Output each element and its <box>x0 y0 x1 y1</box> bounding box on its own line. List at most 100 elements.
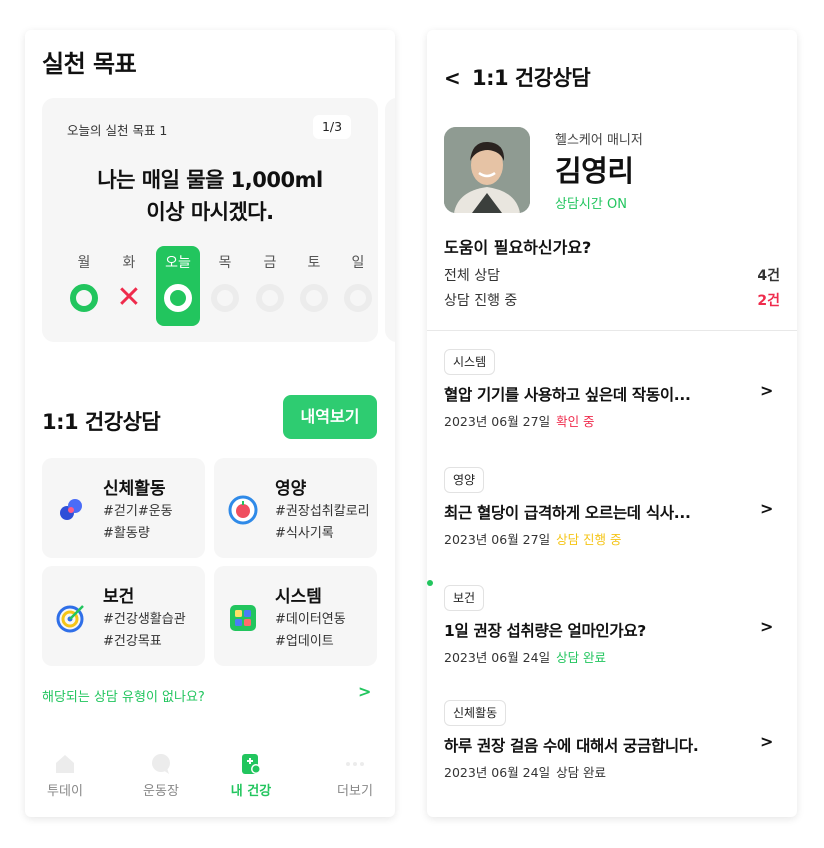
day-sat[interactable]: 토 <box>294 250 334 312</box>
category-tag: #식사기록 <box>275 526 334 541</box>
day-tue[interactable]: 화 ✕ <box>109 250 149 313</box>
goal-text: 나는 매일 물을 1,000ml 이상 마시겠다. <box>42 164 378 228</box>
day-label: 목 <box>218 255 232 271</box>
stat-label: 상담 진행 중 <box>444 293 518 309</box>
next-goal-card-peek[interactable] <box>385 98 395 342</box>
item-meta: 2023년 06월 27일 확인 중 <box>444 411 595 430</box>
item-date: 2023년 06월 24일 <box>444 650 551 665</box>
chat-icon <box>152 754 170 774</box>
category-tags: #걷기#운동 #활동량 <box>103 501 173 545</box>
person-photo-icon <box>444 127 530 213</box>
nav-label: 내 건강 <box>230 784 272 799</box>
item-title: 혈압 기기를 사용하고 싶은데 작동이... <box>444 386 691 404</box>
item-title: 1일 권장 섭취량은 얼마인가요? <box>444 622 646 640</box>
day-label: 화 <box>122 255 136 271</box>
category-physical[interactable]: 신체활동 #걷기#운동 #활동량 <box>42 458 205 558</box>
item-date: 2023년 06월 27일 <box>444 414 551 429</box>
goals-title: 실천 목표 <box>42 50 137 78</box>
category-title: 영양 <box>275 479 307 499</box>
category-tag: #업데이트 <box>275 634 334 649</box>
chevron-right-icon: > <box>760 617 774 636</box>
chevron-right-icon: > <box>760 499 774 518</box>
day-label: 월 <box>77 255 91 271</box>
chevron-right-icon: > <box>760 381 774 400</box>
consult-item[interactable]: 보건 1일 권장 섭취량은 얼마인가요? 2023년 06월 24일 상담 완료 … <box>444 585 780 675</box>
no-category-link[interactable]: 해당되는 상담 유형이 없나요? <box>42 686 205 705</box>
item-status: 상담 진행 중 <box>556 532 622 547</box>
category-system[interactable]: 시스템 #데이터연동 #업데이트 <box>214 566 377 666</box>
item-tag: 영양 <box>444 467 485 493</box>
category-tag: #데이터연동 <box>275 612 346 627</box>
nav-more[interactable]: 더보기 <box>315 742 395 799</box>
item-meta: 2023년 06월 24일 상담 완료 <box>444 647 606 666</box>
day-label: 토 <box>307 255 321 271</box>
item-title: 하루 권장 걸음 수에 대해서 궁금합니다. <box>444 737 699 755</box>
goal-text-line2: 이상 마시겠다. <box>146 200 274 224</box>
nav-today[interactable]: 투데이 <box>25 742 105 799</box>
item-tag: 보건 <box>444 585 485 611</box>
consult-section-title: 1:1 건강상담 <box>42 410 161 434</box>
nav-label: 투데이 <box>47 784 83 799</box>
category-tag: #건강생활습관 <box>103 612 186 627</box>
history-button[interactable]: 내역보기 <box>283 395 377 439</box>
manager-avatar <box>444 127 530 213</box>
category-nutrition[interactable]: 영양 #권장섭취칼로리 #식사기록 <box>214 458 377 558</box>
category-tags: #권장섭취칼로리 #식사기록 <box>275 501 370 545</box>
stat-in-progress: 상담 진행 중 2건 <box>444 290 780 310</box>
stat-total: 전체 상담 4건 <box>444 265 780 285</box>
category-tag: #걷기#운동 <box>103 504 173 519</box>
item-status: 확인 중 <box>556 414 595 429</box>
target-icon <box>56 605 84 633</box>
pending-circle-icon <box>344 284 372 312</box>
page-title: 1:1 건강상담 <box>472 66 591 90</box>
nav-my-health[interactable]: 내 건강 <box>211 742 291 799</box>
category-tag: #건강목표 <box>103 634 162 649</box>
help-question: 도움이 필요하신가요? <box>444 238 592 257</box>
day-mon[interactable]: 월 <box>64 250 104 312</box>
consult-item[interactable]: 시스템 혈압 기기를 사용하고 싶은데 작동이... 2023년 06월 27일… <box>444 349 780 439</box>
category-health[interactable]: 보건 #건강생활습관 #건강목표 <box>42 566 205 666</box>
chevron-right-icon[interactable]: > <box>358 682 371 701</box>
stat-value: 4건 <box>757 268 780 284</box>
consult-panel: < 1:1 건강상담 헬스케어 매니저 김영리 상담시간 ON 도움이 필요하신… <box>427 30 797 817</box>
goal-subtitle: 오늘의 실천 목표 1 <box>67 123 168 138</box>
goal-card[interactable]: 오늘의 실천 목표 1 1/3 나는 매일 물을 1,000ml 이상 마시겠다… <box>42 98 378 342</box>
goal-page-indicator: 1/3 <box>313 115 351 139</box>
week-tracker: 월 화 ✕ 오늘 목 금 토 일 <box>57 246 372 330</box>
pending-circle-icon <box>211 284 239 312</box>
home-icon <box>56 755 74 773</box>
dumbbell-icon <box>60 499 82 520</box>
category-title: 보건 <box>103 587 135 607</box>
pending-circle-icon <box>256 284 284 312</box>
category-tags: #건강생활습관 #건강목표 <box>103 609 186 653</box>
consult-item[interactable]: 영양 최근 혈당이 급격하게 오르는데 식사... 2023년 06월 27일 상… <box>444 467 780 557</box>
item-meta: 2023년 06월 27일 상담 진행 중 <box>444 529 622 548</box>
nav-label: 더보기 <box>337 784 373 799</box>
day-fri[interactable]: 금 <box>250 250 290 312</box>
pending-circle-icon <box>300 284 328 312</box>
health-home-panel: 실천 목표 오늘의 실천 목표 1 1/3 나는 매일 물을 1,000ml 이… <box>25 30 395 817</box>
stat-label: 전체 상담 <box>444 268 500 284</box>
category-tag: #권장섭취칼로리 <box>275 504 370 519</box>
nav-playground[interactable]: 운동장 <box>121 742 201 799</box>
day-sun[interactable]: 일 <box>338 250 378 312</box>
category-tag: #활동량 <box>103 526 150 541</box>
goal-text-line1: 나는 매일 물을 1,000ml <box>97 168 323 192</box>
unread-dot <box>427 580 433 586</box>
category-title: 시스템 <box>275 587 322 607</box>
nav-label: 운동장 <box>143 784 179 799</box>
day-thu[interactable]: 목 <box>205 250 245 312</box>
manager-status: 상담시간 ON <box>555 197 627 212</box>
divider <box>427 330 797 331</box>
category-tags: #데이터연동 #업데이트 <box>275 609 346 653</box>
day-label: 금 <box>263 255 277 271</box>
back-chevron-icon[interactable]: < <box>444 66 461 90</box>
consult-item[interactable]: 신체활동 하루 권장 걸음 수에 대해서 궁금합니다. 2023년 06월 24… <box>444 700 780 790</box>
apple-icon <box>228 495 258 525</box>
item-status: 상담 완료 <box>556 650 607 665</box>
day-label: 오늘 <box>165 255 191 271</box>
done-circle-icon <box>70 284 98 312</box>
item-tag: 시스템 <box>444 349 496 375</box>
item-tag: 신체활동 <box>444 700 507 726</box>
day-today[interactable]: 오늘 <box>158 250 198 312</box>
